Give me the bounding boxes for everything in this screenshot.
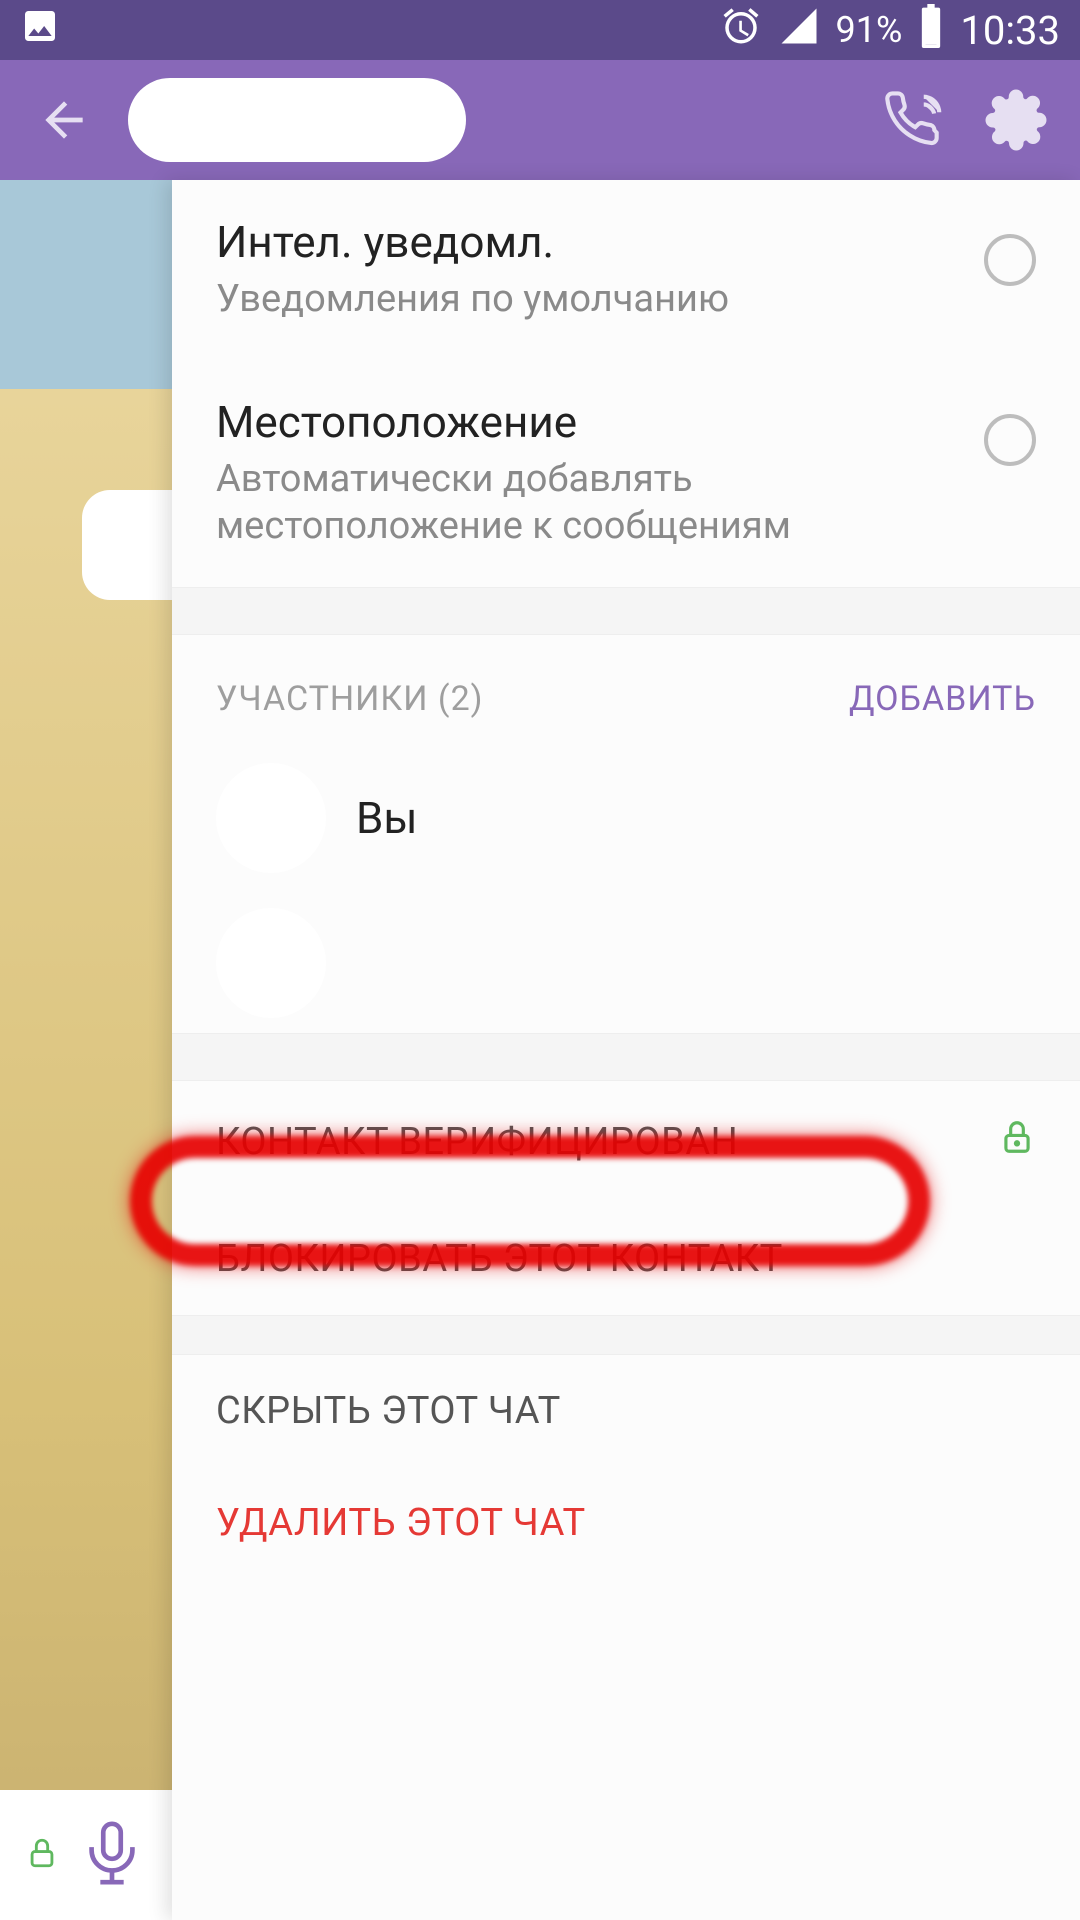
battery-icon — [918, 4, 944, 57]
notifications-toggle[interactable] — [984, 234, 1036, 286]
back-button[interactable] — [28, 84, 100, 156]
chat-info-panel: Интел. уведомл. Уведомления по умолчанию… — [172, 180, 1080, 1920]
signal-icon — [778, 5, 820, 56]
chat-input-bar-peek — [0, 1790, 172, 1920]
lock-icon — [25, 1833, 59, 1877]
participants-header: УЧАСТНИКИ (2) ДОБАВИТЬ — [172, 635, 1080, 743]
location-title: Местоположение — [216, 396, 960, 448]
location-subtitle: Автоматически добавлять местоположение к… — [216, 456, 960, 551]
alarm-icon — [720, 5, 762, 56]
row-notifications[interactable]: Интел. уведомл. Уведомления по умолчанию — [172, 180, 1080, 360]
notifications-subtitle: Уведомления по умолчанию — [216, 276, 960, 324]
participant-other[interactable] — [172, 893, 1080, 1033]
action-contact-verified[interactable]: КОНТАКТ ВЕРИФИЦИРОВАН — [172, 1081, 1080, 1203]
lock-icon — [998, 1115, 1036, 1169]
avatar — [216, 763, 326, 873]
notifications-title: Интел. уведомл. — [216, 216, 960, 268]
settings-button[interactable] — [980, 84, 1052, 156]
chat-bubble-peek — [82, 490, 172, 600]
chat-title-redacted — [128, 78, 466, 162]
status-bar: 91% 10:33 — [0, 0, 1080, 60]
avatar — [216, 908, 326, 1018]
background-chat-strip — [0, 180, 172, 1920]
row-location[interactable]: Местоположение Автоматически добавлять м… — [172, 360, 1080, 587]
app-bar — [0, 60, 1080, 180]
participant-name: Вы — [356, 792, 418, 844]
image-icon — [20, 6, 60, 55]
action-block-contact[interactable]: БЛОКИРОВАТЬ ЭТОТ КОНТАКТ — [172, 1203, 1080, 1315]
battery-pct: 91% — [836, 9, 903, 51]
clock-time: 10:33 — [960, 7, 1060, 54]
action-hide-chat[interactable]: СКРЫТЬ ЭТОТ ЧАТ — [172, 1355, 1080, 1467]
action-delete-chat[interactable]: УДАЛИТЬ ЭТОТ ЧАТ — [172, 1467, 1080, 1579]
mic-icon[interactable] — [77, 1818, 147, 1892]
participant-you[interactable]: Вы — [172, 743, 1080, 893]
call-button[interactable] — [880, 84, 952, 156]
participants-count: УЧАСТНИКИ (2) — [216, 679, 849, 719]
add-participant-button[interactable]: ДОБАВИТЬ — [849, 679, 1036, 719]
location-toggle[interactable] — [984, 414, 1036, 466]
